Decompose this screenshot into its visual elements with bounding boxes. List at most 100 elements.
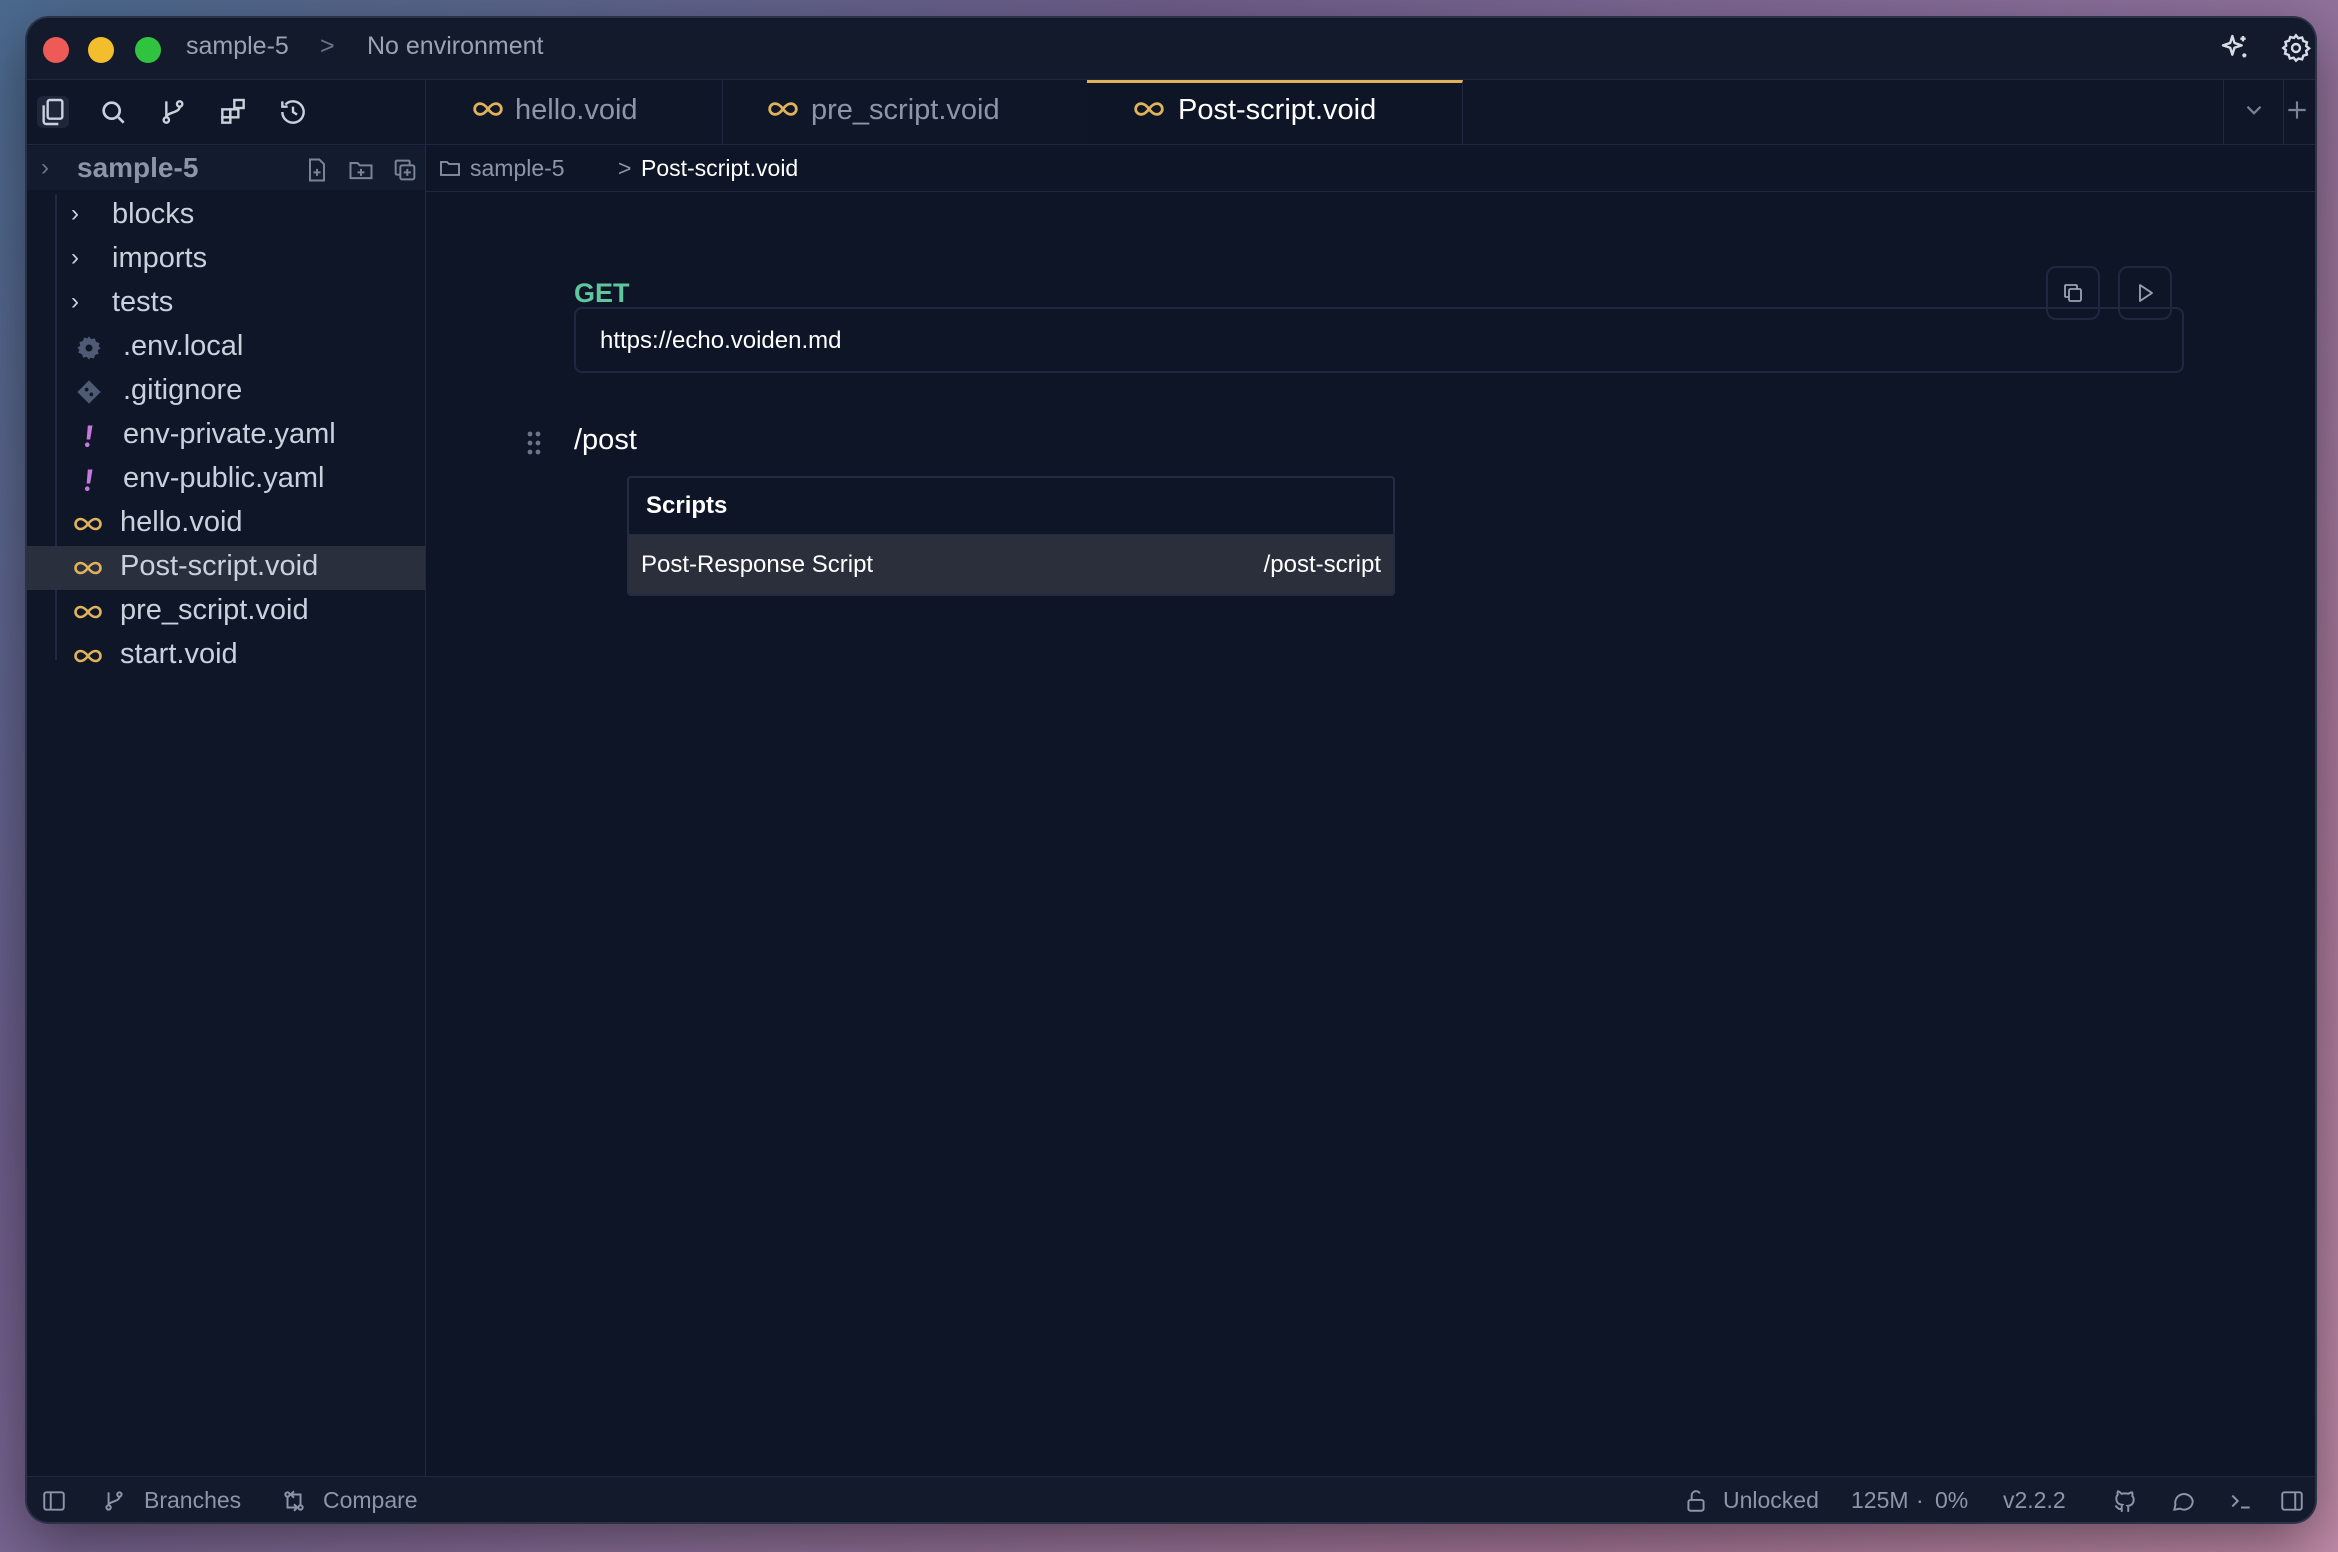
files-icon[interactable] (37, 96, 69, 128)
void-icon (1133, 98, 1165, 122)
chevron-right-icon: › (71, 288, 79, 315)
breadcrumb: sample-5 > Post-script.void (426, 145, 2315, 192)
cpu-usage: 0% (1935, 1487, 1969, 1513)
tree-file-env-local[interactable]: .env.local (27, 326, 425, 370)
tab-hello-void[interactable]: hello.void (426, 80, 723, 144)
chevron-right-icon: › (41, 154, 49, 181)
search-icon[interactable] (97, 96, 129, 128)
new-folder-icon[interactable] (347, 156, 375, 184)
tree-file-post-script-void[interactable]: Post-script.void (27, 546, 425, 590)
activity-bar (27, 80, 425, 145)
toggle-panel-icon[interactable] (2279, 1488, 2305, 1514)
menu-item-label: Post-Response Script (641, 551, 874, 578)
history-icon[interactable] (277, 96, 309, 128)
chevron-down-icon (2241, 97, 2267, 123)
tree-item-label: env-private.yaml (123, 418, 336, 450)
app-version: v2.2.2 (2003, 1487, 2066, 1513)
void-icon (73, 642, 102, 670)
duplicate-icon[interactable] (391, 156, 419, 184)
unlock-icon (1683, 1488, 1709, 1514)
app-window: sample-5 > No environment › sample-5 › b… (27, 18, 2315, 1522)
lock-status[interactable]: Unlocked (1723, 1487, 1819, 1514)
tab-bar: hello.void pre_script.void Post-script.v… (426, 80, 2315, 145)
tree-item-label: env-public.yaml (123, 462, 325, 494)
github-icon[interactable] (2112, 1488, 2138, 1514)
branch-icon (101, 1488, 127, 1514)
editor-area: GET https://echo.voiden.md /post Scripts… (426, 192, 2315, 1476)
memory-usage: 125M (1851, 1487, 1909, 1513)
compare-icon (281, 1488, 307, 1514)
copy-icon (2061, 281, 2085, 305)
minimize-window-button[interactable] (88, 37, 114, 63)
tree-file-env-private-yaml[interactable]: env-private.yaml (27, 414, 425, 458)
menu-header: Scripts (629, 478, 1393, 535)
url-text: https://echo.voiden.md (600, 327, 842, 354)
tree-item-label: .gitignore (123, 374, 243, 406)
tree-item-label: .env.local (123, 330, 244, 362)
tab-label: Post-script.void (1178, 94, 1377, 126)
tree-file-env-public-yaml[interactable]: env-public.yaml (27, 458, 425, 502)
void-icon (73, 554, 102, 582)
source-control-icon[interactable] (157, 96, 189, 128)
plus-icon (2284, 97, 2310, 123)
folder-icon (438, 156, 462, 180)
void-icon (73, 510, 102, 538)
tab-post-script-void[interactable]: Post-script.void (1087, 80, 1463, 144)
tree-file-start-void[interactable]: start.void (27, 634, 425, 678)
status-dot: · (1916, 1487, 1924, 1513)
project-selector[interactable]: sample-5 (186, 32, 289, 61)
tab-label: pre_script.void (811, 94, 1000, 126)
drag-handle-icon[interactable] (524, 428, 544, 458)
yaml-icon (75, 466, 103, 494)
branches-button[interactable]: Branches (144, 1487, 241, 1514)
menu-item-post-response-script[interactable]: Post-Response Script /post-script (629, 535, 1393, 594)
tree-item-label: blocks (112, 198, 195, 230)
maximize-window-button[interactable] (135, 37, 161, 63)
breadcrumb-separator: > (618, 155, 632, 181)
extensions-icon[interactable] (217, 96, 249, 128)
project-header[interactable]: › sample-5 (27, 146, 425, 190)
tree-file-hello-void[interactable]: hello.void (27, 502, 425, 546)
new-file-icon[interactable] (303, 156, 331, 184)
tree-folder-tests[interactable]: › tests (27, 282, 425, 326)
compare-button[interactable]: Compare (323, 1487, 418, 1514)
tree-item-label: hello.void (120, 506, 243, 538)
breadcrumb-folder[interactable]: sample-5 (470, 155, 565, 182)
url-input[interactable]: https://echo.voiden.md (574, 307, 2184, 373)
breadcrumb-file[interactable]: Post-script.void (641, 155, 798, 182)
tree-folder-blocks[interactable]: › blocks (27, 194, 425, 238)
status-bar: Branches Compare Unlocked 125M · 0% v2.2… (27, 1476, 2315, 1522)
gear-icon (75, 334, 103, 362)
void-icon (73, 598, 102, 626)
yaml-icon (75, 422, 103, 450)
sidebar: › sample-5 › blocks › imports › tests .e… (27, 80, 426, 1476)
void-icon (472, 98, 504, 122)
menu-item-command: /post-script (1263, 551, 1381, 578)
tree-item-label: start.void (120, 638, 238, 670)
chat-icon[interactable] (2170, 1488, 2196, 1514)
tree-file-gitignore[interactable]: .gitignore (27, 370, 425, 414)
tree-item-label: Post-script.void (120, 550, 319, 582)
toggle-sidebar-icon[interactable] (41, 1488, 67, 1514)
environment-selector[interactable]: No environment (367, 32, 543, 61)
close-window-button[interactable] (43, 37, 69, 63)
tab-label: hello.void (515, 94, 638, 126)
project-name: sample-5 (77, 152, 199, 183)
chevron-right-icon: › (71, 200, 79, 227)
void-icon (767, 98, 799, 122)
new-tab-button[interactable] (2283, 80, 2315, 144)
http-method[interactable]: GET (574, 278, 630, 309)
settings-gear-icon[interactable] (2280, 32, 2312, 64)
git-icon (75, 378, 103, 406)
tree-item-label: imports (112, 242, 208, 274)
tab-list-dropdown[interactable] (2223, 80, 2284, 144)
tree-file-pre-script-void[interactable]: pre_script.void (27, 590, 425, 634)
title-separator: > (320, 32, 335, 60)
tree-folder-imports[interactable]: › imports (27, 238, 425, 282)
sparkle-icon[interactable] (2219, 32, 2251, 64)
slash-command-menu: Scripts Post-Response Script /post-scrip… (627, 476, 1395, 596)
tab-pre-script-void[interactable]: pre_script.void (723, 80, 1088, 144)
request-path[interactable]: /post (574, 424, 637, 457)
terminal-icon[interactable] (2228, 1488, 2254, 1514)
chevron-right-icon: › (71, 244, 79, 271)
